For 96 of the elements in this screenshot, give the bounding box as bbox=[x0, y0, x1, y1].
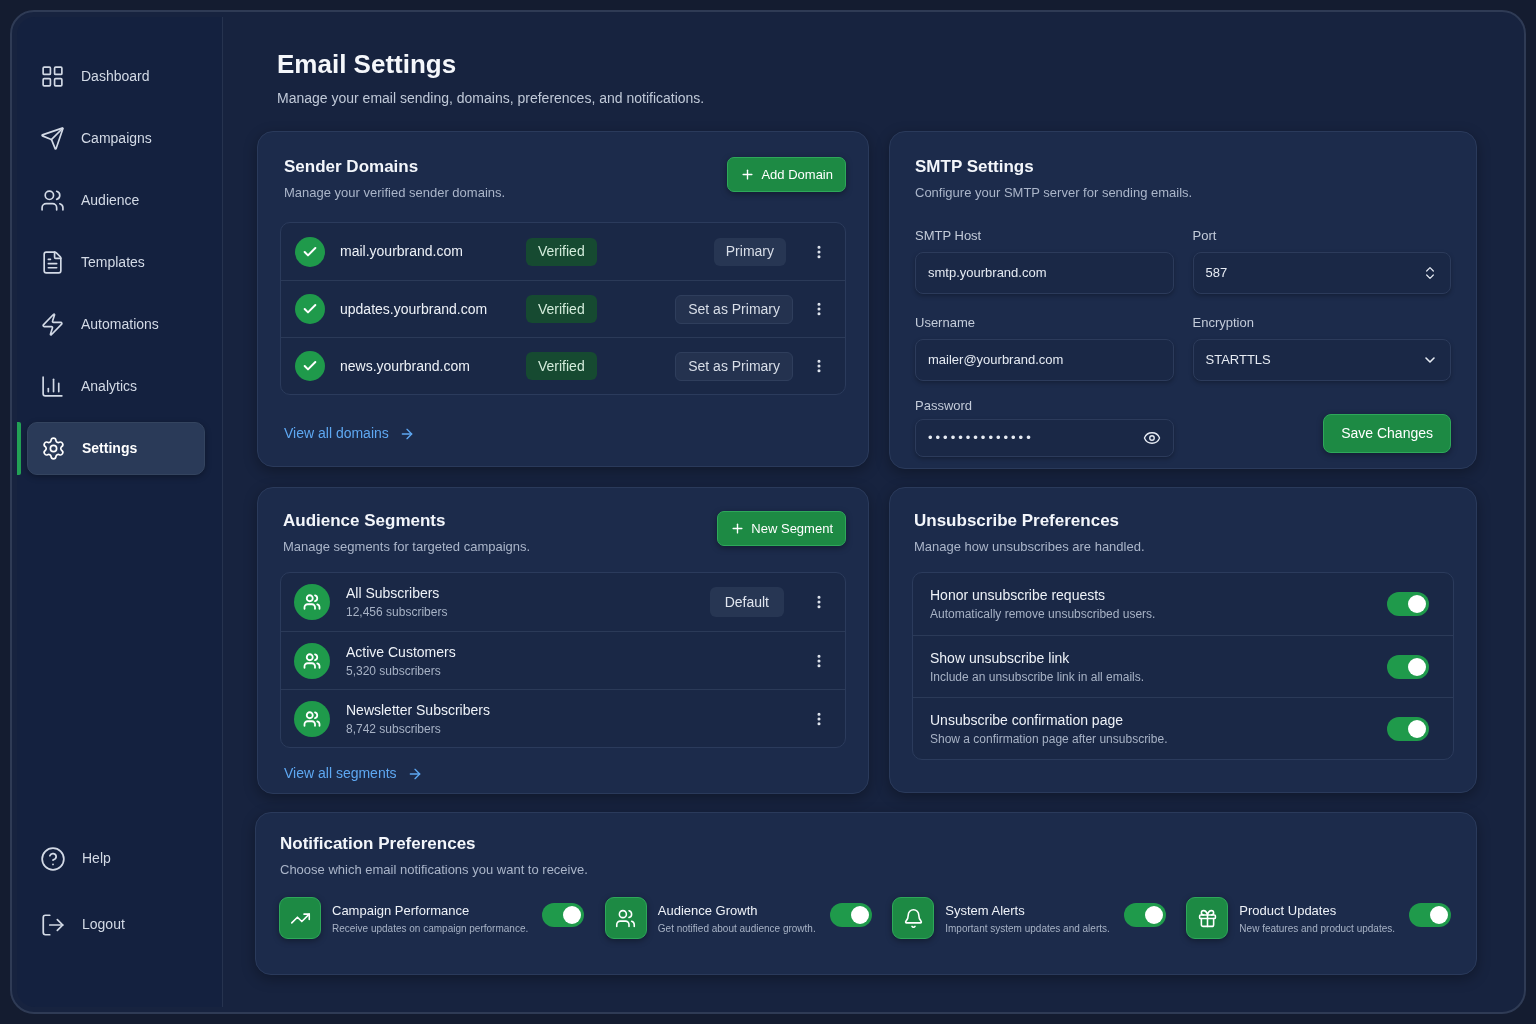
field-label: Port bbox=[1192, 228, 1218, 244]
option-title: Show unsubscribe link bbox=[930, 648, 1071, 667]
help-icon bbox=[40, 845, 66, 872]
option-description: Show a confirmation page after unsubscribe. bbox=[930, 730, 1168, 747]
segment-name: Newsletter Subscribers bbox=[346, 700, 490, 719]
field-label: SMTP Host bbox=[915, 228, 983, 244]
card-subtitle: Choose which email notifications you want to receive. bbox=[280, 861, 589, 879]
sidebar-item[interactable]: Audience bbox=[27, 174, 205, 227]
status-badge: Verified bbox=[526, 295, 597, 323]
gift-icon bbox=[1186, 897, 1229, 939]
add-domain-button[interactable]: Add Domain bbox=[727, 157, 846, 192]
field-label: Encryption bbox=[1192, 315, 1255, 331]
new-segment-button[interactable]: New Segment bbox=[717, 511, 846, 546]
domain-name: mail.yourbrand.com bbox=[340, 242, 464, 261]
bar-chart-icon bbox=[40, 374, 65, 399]
toggle-switch[interactable] bbox=[829, 902, 872, 927]
set-primary-button[interactable]: Set as Primary bbox=[675, 351, 793, 381]
page-title: Email Settings bbox=[277, 48, 458, 80]
toggle-switch[interactable] bbox=[542, 902, 585, 927]
view-all-domains-link[interactable]: View all domains bbox=[280, 423, 415, 444]
toggle-switch[interactable] bbox=[1123, 902, 1166, 927]
card-title: Sender Domains bbox=[284, 156, 420, 178]
card-subtitle: Configure your SMTP server for sending emails. bbox=[915, 184, 1194, 202]
logout-icon bbox=[40, 911, 66, 938]
notification-description: Receive updates on campaign performance. bbox=[332, 921, 529, 935]
card-title: SMTP Settings bbox=[915, 156, 1035, 178]
smtp-host-input[interactable]: smtp.yourbrand.com bbox=[915, 252, 1174, 294]
plus-icon bbox=[730, 521, 746, 536]
sidebar-item[interactable]: Campaigns bbox=[27, 112, 205, 165]
sidebar-item[interactable]: Logout bbox=[27, 898, 205, 951]
active-indicator bbox=[17, 422, 21, 475]
username-input[interactable]: mailer@yourbrand.com bbox=[915, 339, 1174, 381]
sidebar-item[interactable]: Templates bbox=[27, 236, 205, 289]
view-all-segments-link[interactable]: View all segments bbox=[280, 763, 423, 784]
grid-icon bbox=[40, 64, 65, 89]
check-icon bbox=[295, 236, 325, 267]
subscriber-count: 8,742 subscribers bbox=[346, 720, 442, 737]
card-subtitle: Manage how unsubscribes are handled. bbox=[914, 538, 1146, 556]
notification-title: System Alerts bbox=[945, 901, 1026, 919]
field-label: Password bbox=[915, 398, 974, 414]
card-title: Unsubscribe Preferences bbox=[914, 510, 1121, 532]
settings-icon bbox=[41, 436, 66, 461]
lightning-icon bbox=[40, 312, 65, 337]
plus-icon bbox=[740, 167, 756, 182]
sidebar-item[interactable]: Settings bbox=[27, 422, 205, 475]
notification-title: Campaign Performance bbox=[332, 901, 471, 919]
toggle-switch[interactable] bbox=[1387, 654, 1429, 679]
set-primary-button[interactable]: Set as Primary bbox=[675, 294, 793, 324]
port-input[interactable]: 587 bbox=[1192, 252, 1451, 294]
subscriber-count: 12,456 subscribers bbox=[346, 604, 448, 620]
toggle-switch[interactable] bbox=[1409, 902, 1451, 927]
users-icon bbox=[604, 897, 647, 939]
sidebar-item[interactable]: Help bbox=[27, 832, 205, 885]
sidebar-item[interactable]: Automations bbox=[27, 298, 205, 351]
notification-title: Product Updates bbox=[1239, 901, 1338, 919]
notification-title: Audience Growth bbox=[657, 901, 759, 919]
page-subtitle: Manage your email sending, domains, preferences, and notifications. bbox=[277, 89, 706, 107]
primary-badge: Primary bbox=[713, 237, 786, 266]
card-subtitle: Manage segments for targeted campaigns. bbox=[283, 538, 531, 556]
trend-chart-icon bbox=[279, 897, 321, 939]
option-title: Honor unsubscribe requests bbox=[930, 586, 1107, 604]
status-badge: Verified bbox=[526, 237, 597, 266]
users-icon bbox=[40, 188, 65, 213]
eye-icon[interactable] bbox=[1142, 429, 1161, 447]
users-icon bbox=[294, 584, 330, 620]
card-title: Audience Segments bbox=[283, 510, 447, 532]
check-icon bbox=[295, 294, 325, 324]
notification-description: New features and product updates. bbox=[1239, 921, 1395, 935]
notification-description: Get notified about audience growth. bbox=[657, 921, 816, 935]
option-description: Include an unsubscribe link in all emails. bbox=[930, 668, 1145, 685]
domain-name: updates.yourbrand.com bbox=[340, 299, 489, 319]
field-label: Username bbox=[915, 315, 976, 331]
segment-name: All Subscribers bbox=[346, 584, 441, 602]
encryption-select[interactable]: STARTTLS bbox=[1192, 339, 1451, 381]
sidebar-item[interactable]: Analytics bbox=[27, 360, 205, 413]
paper-plane-icon bbox=[40, 126, 65, 151]
sidebar-item[interactable]: Dashboard bbox=[27, 50, 205, 103]
status-badge: Verified bbox=[526, 352, 597, 380]
save-changes-button[interactable]: Save Changes bbox=[1323, 414, 1451, 453]
card-subtitle: Manage your verified sender domains. bbox=[284, 184, 506, 202]
option-description: Automatically remove unsubscribed users. bbox=[930, 606, 1156, 622]
password-input[interactable]: •••••••••••••• bbox=[915, 419, 1174, 457]
check-icon bbox=[295, 351, 325, 381]
bell-icon bbox=[892, 897, 935, 939]
subscriber-count: 5,320 subscribers bbox=[346, 662, 442, 679]
card-title: Notification Preferences bbox=[280, 833, 477, 855]
domain-name: news.yourbrand.com bbox=[340, 356, 471, 376]
users-icon bbox=[294, 642, 330, 679]
segment-name: Active Customers bbox=[346, 642, 456, 661]
notification-description: Important system updates and alerts. bbox=[945, 921, 1110, 935]
users-icon bbox=[294, 700, 330, 737]
toggle-switch[interactable] bbox=[1387, 716, 1429, 741]
toggle-switch[interactable] bbox=[1387, 592, 1429, 616]
option-title: Unsubscribe confirmation page bbox=[930, 710, 1124, 729]
document-icon bbox=[40, 250, 65, 275]
default-badge: Default bbox=[709, 587, 784, 617]
